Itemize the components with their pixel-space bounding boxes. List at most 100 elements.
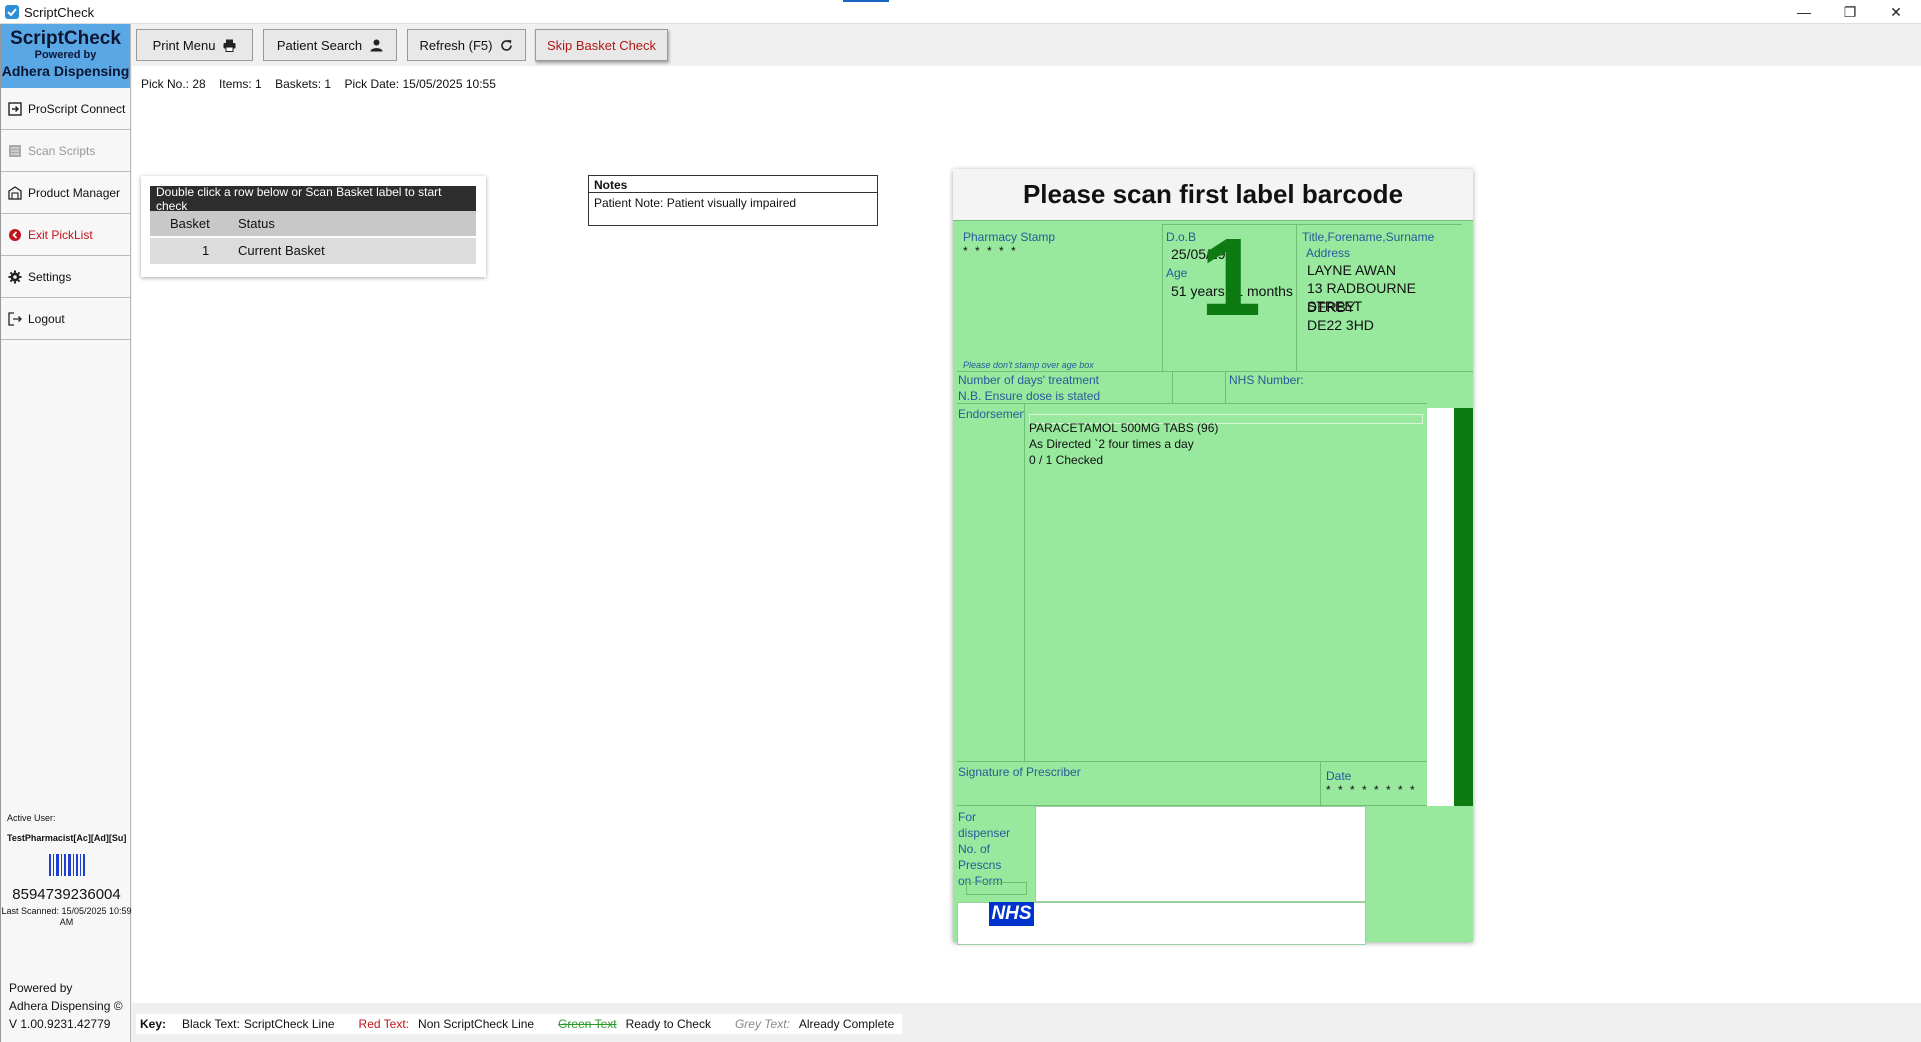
basket-number-cell: 1 [202,243,210,258]
refresh-icon [501,39,513,51]
print-menu-button[interactable]: Print Menu [136,29,253,61]
scan-prompt-heading: Please scan first label barcode [953,169,1473,220]
item-name: PARACETAMOL 500MG TABS (96) [1029,421,1219,435]
person-icon [370,39,383,51]
endorsements-label: Endorsemen [958,407,1024,421]
status-strip-green [1454,408,1473,806]
dispenser-label: For dispenser No. of Prescns on Form [958,810,1011,888]
notes-panel: Notes Patient Note: Patient visually imp… [588,175,878,226]
connect-icon [8,101,22,116]
column-header-status[interactable]: Status [238,216,275,231]
form-divider [1172,371,1173,403]
sidebar-item-label: Scan Scripts [28,143,96,158]
basket-table-header: Basket Status [150,211,476,236]
prescription-item-list[interactable]: PARACETAMOL 500MG TABS (96) As Directed … [1024,409,1424,759]
notes-title: Notes [589,176,877,193]
pick-items: Items: 1 [219,77,262,91]
key-black-label: Black Text: [182,1017,240,1031]
window-title: ScriptCheck [24,5,95,20]
pick-date: Pick Date: 15/05/2025 10:55 [344,77,496,91]
refresh-button[interactable]: Refresh (F5) [407,29,526,61]
basket-status-cell: Current Basket [238,243,325,258]
main-content: Pick No.: 28 Items: 1 Baskets: 1 Pick Da… [132,66,1921,1003]
item-checked-count: 0 / 1 Checked [1029,453,1104,467]
sidebar: ScriptCheck Powered by Adhera Dispensing… [0,24,132,1042]
column-header-basket[interactable]: Basket [170,216,210,231]
last-scanned: Last Scanned: 15/05/2025 10:59 AM [1,906,132,927]
key-label: Key: [140,1017,167,1031]
powered-line-2: Adhera Dispensing © [9,999,123,1013]
patient-address-line-2: DERBY [1307,299,1356,315]
sidebar-item-exit-picklist[interactable]: Exit PickList [1,214,130,256]
nhs-number-label: NHS Number: [1229,373,1304,387]
form-divider [1296,224,1297,371]
active-user-label: Active User: [7,813,56,823]
pharmacy-stamp-value: * * * * * [963,244,1018,258]
sidebar-item-label: Logout [28,311,65,326]
last-barcode: 8594739236004 [12,886,121,903]
form-divider [957,761,1427,762]
sidebar-item-scan-scripts[interactable]: Scan Scripts [1,130,130,172]
powered-by-footer: Powered by Adhera Dispensing © V 1.00.92… [9,979,123,1033]
skip-basket-check-button[interactable]: Skip Basket Check [535,29,668,61]
patient-name: LAYNE AWAN [1307,262,1396,278]
basket-panel: Double click a row below or Scan Basket … [141,176,486,277]
date-label: Date [1326,769,1352,783]
close-button[interactable]: ✕ [1873,0,1919,24]
form-divider [1320,761,1321,806]
barcode-icon [49,854,85,876]
key-red-desc: Non ScriptCheck Line [418,1017,535,1031]
print-menu-label: Print Menu [152,37,216,53]
basket-instruction: Double click a row below or Scan Basket … [150,185,476,213]
form-divider [1162,224,1163,371]
brand-name: ScriptCheck [10,28,121,49]
minimize-button[interactable]: — [1781,0,1827,24]
item-directions: As Directed `2 four times a day [1029,437,1194,451]
prescriptions-count-box [966,882,1027,895]
sidebar-item-product-manager[interactable]: Product Manager [1,172,130,214]
app-logo-icon [5,5,19,19]
pick-baskets: Baskets: 1 [275,77,332,91]
colour-key: Key: Black Text: ScriptCheck Line Red Te… [136,1014,903,1034]
form-divider [1225,371,1226,403]
active-user-block: Active User: TestPharmacist[Ac][Ad][Su] [7,808,126,848]
sidebar-item-logout[interactable]: Logout [1,298,130,340]
toolbar: Print Menu Patient Search Refresh (F5) S… [132,24,1921,66]
version-label: V 1.00.9231.42779 [9,1017,111,1031]
prescriber-signature-label: Signature of Prescriber [958,765,1081,779]
age-label: Age [1166,266,1188,280]
patient-search-label: Patient Search [276,37,363,53]
status-key-bar: Key: Black Text: ScriptCheck Line Red Te… [132,1003,1921,1042]
active-user-name: TestPharmacist[Ac][Ad][Su] [7,833,127,843]
pharmacy-stamp-label: Pharmacy Stamp [963,230,1056,244]
pick-info: Pick No.: 28 Items: 1 Baskets: 1 Pick Da… [141,77,506,91]
key-black-desc: ScriptCheck Line [243,1017,335,1031]
warehouse-icon [8,185,22,200]
powered-line-1: Powered by [9,981,73,995]
gear-icon [8,270,22,283]
title-bar: ScriptCheck — ❐ ✕ [0,0,1921,24]
refresh-label: Refresh (F5) [419,37,493,53]
patient-search-button[interactable]: Patient Search [263,29,397,61]
scan-icon [9,144,21,157]
stamp-note: Please don't stamp over age box [963,360,1094,370]
sidebar-item-label: Exit PickList [28,227,93,242]
dispenser-box [1035,806,1366,902]
title-accent [843,0,889,2]
dob-label: D.o.B [1166,230,1197,244]
exit-icon [9,228,21,241]
key-green-desc: Ready to Check [625,1017,711,1031]
days-treatment-label: Number of days' treatment [958,373,1100,387]
prescription-form: Please scan first label barcode Pharmacy… [953,169,1473,945]
pick-number: Pick No.: 28 [141,77,206,91]
table-row[interactable]: 1 Current Basket [150,238,476,264]
key-red-label: Red Text: [358,1017,410,1031]
sidebar-item-settings[interactable]: Settings [1,256,130,298]
logout-icon [8,311,22,326]
address-label: Address [1306,246,1351,260]
brand-logo: ScriptCheck Powered by Adhera Dispensing [1,24,130,88]
sidebar-item-proscript-connect[interactable]: ProScript Connect [1,88,130,130]
printer-icon [223,39,236,52]
key-grey-desc: Already Complete [798,1017,895,1031]
restore-button[interactable]: ❐ [1827,0,1873,24]
